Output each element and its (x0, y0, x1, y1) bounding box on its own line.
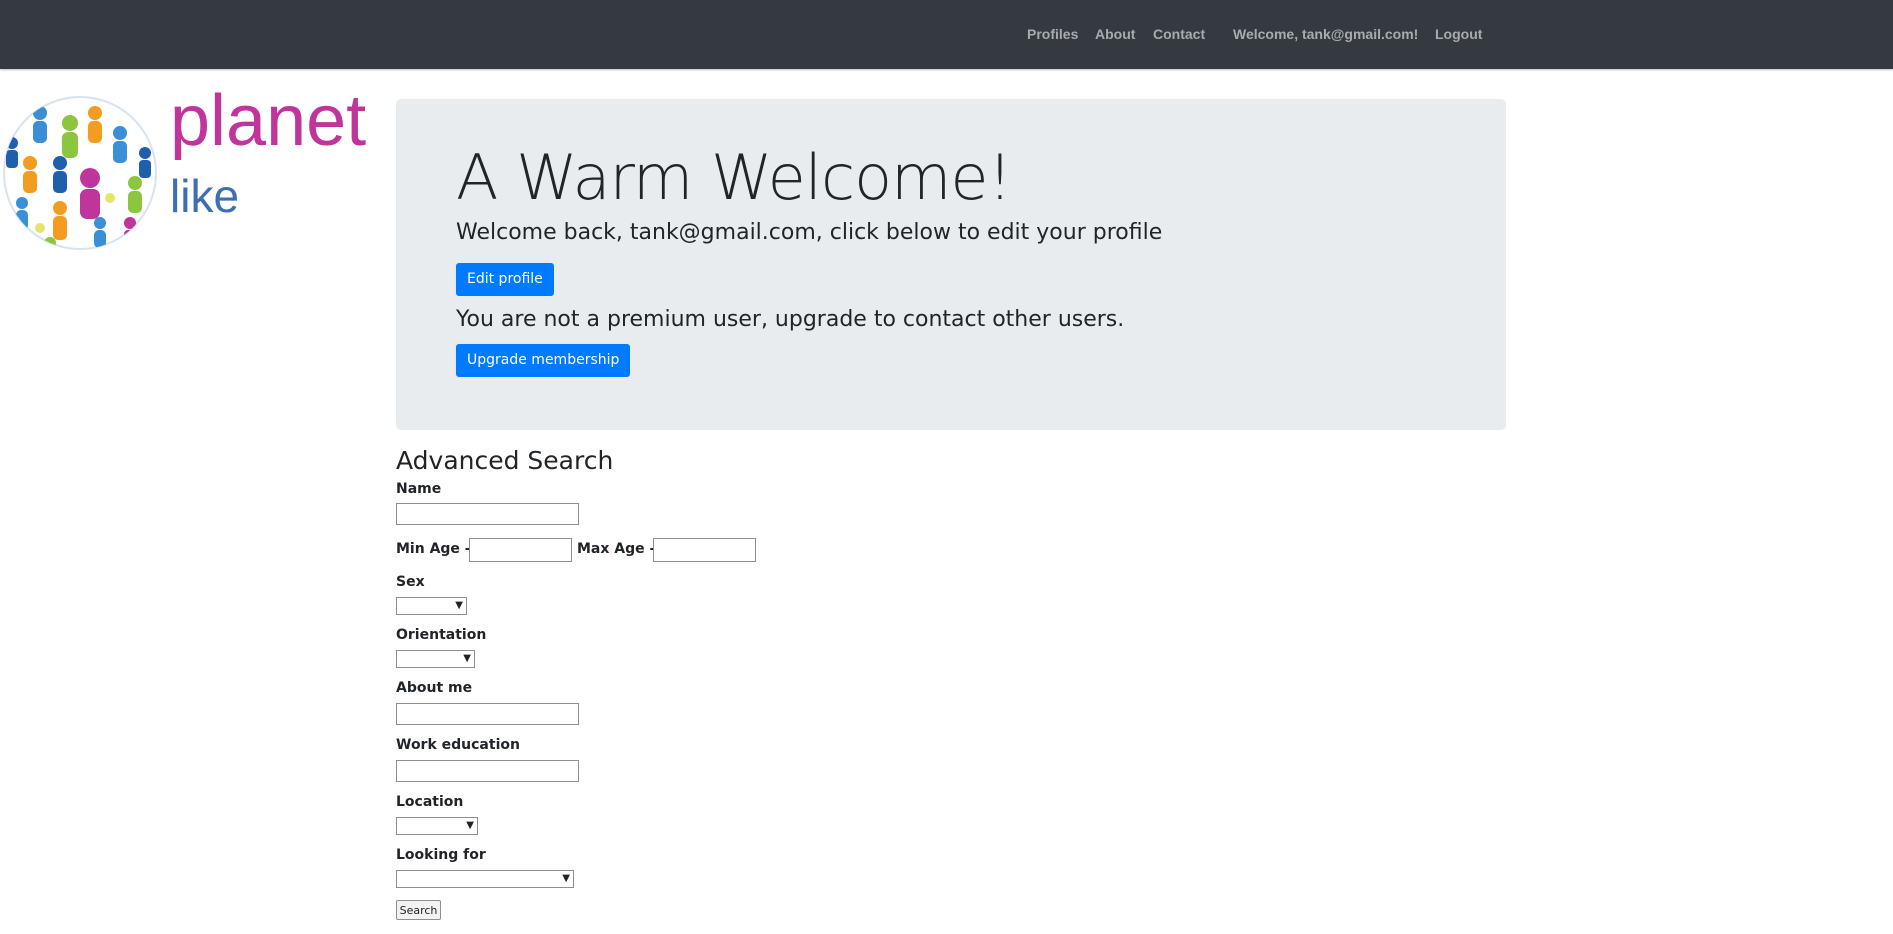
advanced-search-heading: Advanced Search (396, 446, 614, 475)
min-age-input[interactable] (469, 538, 572, 562)
max-age-input[interactable] (653, 538, 756, 562)
name-label: Name (396, 481, 442, 497)
work-education-input[interactable] (396, 760, 579, 782)
dropdown-arrow-icon: ▼ (463, 653, 471, 664)
name-input[interactable] (396, 503, 579, 525)
work-education-label: Work education (396, 737, 520, 753)
looking-for-select[interactable]: ▼ (396, 870, 574, 888)
nav-welcome-user[interactable]: Welcome, tank@gmail.com! (1233, 26, 1418, 42)
welcome-jumbotron: A Warm Welcome! Welcome back, tank@gmail… (396, 99, 1506, 430)
sex-label: Sex (396, 574, 425, 590)
top-navbar: Profiles About Contact Welcome, tank@gma… (0, 0, 1893, 69)
looking-for-label: Looking for (396, 847, 486, 863)
globe-people-icon (3, 96, 157, 250)
edit-profile-button[interactable]: Edit profile (456, 263, 554, 296)
min-age-label: Min Age - (396, 541, 471, 557)
about-me-label: About me (396, 680, 473, 696)
orientation-label: Orientation (396, 627, 487, 643)
premium-status-message: You are not a premium user, upgrade to c… (456, 307, 1125, 332)
location-select[interactable]: ▼ (396, 817, 478, 835)
sex-select[interactable]: ▼ (396, 597, 467, 615)
nav-profiles-link[interactable]: Profiles (1027, 26, 1078, 42)
logo-text-planet: planet (170, 81, 367, 161)
nav-about-link[interactable]: About (1095, 26, 1135, 42)
upgrade-membership-button[interactable]: Upgrade membership (456, 344, 631, 377)
about-me-input[interactable] (396, 703, 579, 725)
nav-contact-link[interactable]: Contact (1153, 26, 1205, 42)
search-button[interactable]: Search (396, 900, 441, 920)
dropdown-arrow-icon: ▼ (562, 873, 570, 884)
location-label: Location (396, 794, 464, 810)
page-title: A Warm Welcome! (456, 141, 1012, 214)
nav-logout-link[interactable]: Logout (1435, 26, 1482, 42)
max-age-label: Max Age - (577, 541, 656, 557)
planetlike-logo[interactable]: planet like (0, 85, 370, 253)
welcome-message: Welcome back, tank@gmail.com, click belo… (456, 220, 1163, 245)
dropdown-arrow-icon: ▼ (466, 820, 474, 831)
logo-text-like: like (170, 170, 240, 222)
dropdown-arrow-icon: ▼ (455, 600, 463, 611)
orientation-select[interactable]: ▼ (396, 650, 475, 668)
